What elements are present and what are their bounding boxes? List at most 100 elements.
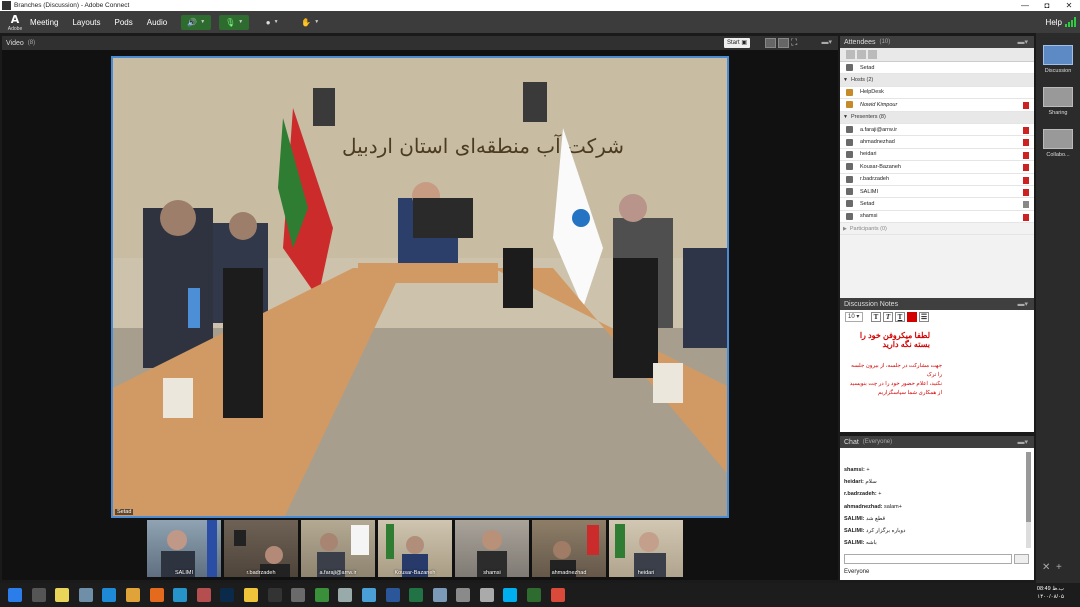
video-thumbnail[interactable]: r.badrzadeh [224, 520, 298, 577]
menu-meeting[interactable]: Meeting [30, 18, 58, 27]
app-icon[interactable] [527, 588, 542, 602]
app-icon[interactable] [361, 588, 376, 602]
fullscreen-button[interactable]: ⛶ [791, 38, 802, 48]
edge-icon[interactable] [102, 588, 117, 602]
chat-scope: (Everyone) [862, 439, 893, 445]
layout-sharing[interactable]: Sharing [1042, 87, 1074, 116]
attendee-row[interactable]: HelpDesk [840, 86, 1034, 100]
attendee-row[interactable]: Setad [840, 62, 1034, 75]
maximize-button[interactable]: ◘ [1036, 0, 1058, 11]
chrome-icon[interactable] [125, 588, 140, 602]
presenter-icon [846, 163, 853, 171]
start-webcam-button[interactable]: Start ▣ [723, 38, 750, 48]
mic-off-icon [1023, 151, 1029, 159]
photoshop-icon[interactable] [220, 588, 235, 602]
add-layout-icon[interactable]: + [1056, 562, 1062, 573]
chat-message: SALIMI: باشه [844, 540, 877, 547]
breakout-icon[interactable] [857, 50, 866, 59]
underline-button[interactable]: T [895, 312, 905, 322]
microphone-button[interactable]: 🎙 ▼ [219, 14, 250, 30]
status-icon[interactable] [868, 50, 877, 59]
font-size-select[interactable]: 10 ▾ [845, 312, 863, 322]
attendee-row[interactable]: shamsi [840, 210, 1034, 224]
chat-message: SALIMI: قطع شد [844, 515, 886, 522]
attendee-row[interactable]: Setad [840, 198, 1034, 211]
attendee-row[interactable]: ahmadnezhad [840, 136, 1034, 149]
pod-options-icon[interactable]: ▬▾ [1017, 438, 1028, 446]
start-icon[interactable] [8, 588, 22, 602]
adobe-connect-taskbar-icon[interactable] [550, 588, 565, 602]
edge-new-icon[interactable] [173, 588, 188, 602]
pod-options-icon[interactable]: ▬▾ [1017, 300, 1028, 308]
presenters-group[interactable]: ▼ Presenters (8) [840, 111, 1034, 124]
hosts-group[interactable]: ▼ Hosts (2) [840, 74, 1034, 87]
app-icon[interactable] [291, 588, 306, 602]
attendees-toolbar [840, 48, 1034, 62]
app-icon[interactable] [78, 588, 93, 602]
grid-layout-button[interactable] [765, 38, 776, 48]
attendee-row[interactable]: Kousar-Bazaneh [840, 161, 1034, 174]
main-video-feed[interactable]: شرکت آب منطقه‌ای استان اردبیل Setad [111, 56, 729, 518]
webcam-button[interactable]: ● ▼ [257, 15, 287, 30]
app-icon[interactable] [432, 588, 447, 602]
app-icon[interactable] [456, 588, 471, 602]
italic-button[interactable]: T [883, 312, 893, 322]
menu-layouts[interactable]: Layouts [72, 18, 100, 27]
raise-hand-button[interactable]: ✋ ▼ [295, 15, 325, 30]
chat-audience-select[interactable]: Everyone [844, 569, 869, 575]
system-tray-clock[interactable]: 08:49 ب.ظ ۱۴۰۰/۰۸/۰۵ [1037, 585, 1064, 601]
connection-signal-icon [1065, 17, 1076, 27]
app-icon[interactable] [196, 588, 211, 602]
close-button[interactable]: ✕ [1058, 0, 1080, 11]
word-icon[interactable] [385, 588, 400, 602]
list-view-icon[interactable] [846, 50, 855, 59]
discussion-notes-pod: Discussion Notes ▬▾ 10 ▾ T T T ☰ لطفا می… [840, 298, 1034, 432]
excel-icon[interactable] [409, 588, 424, 602]
host-icon [846, 101, 853, 109]
rail-controls: ✕ + [1042, 562, 1062, 573]
video-thumbnail[interactable]: a.faraji@arrw.ir [301, 520, 375, 577]
minimize-button[interactable]: — [1014, 0, 1036, 11]
chat-input[interactable] [844, 554, 1012, 564]
app-icon[interactable] [55, 588, 70, 602]
menu-audio[interactable]: Audio [147, 18, 167, 27]
attendee-row[interactable]: SALIMI [840, 185, 1034, 199]
mic-off-icon [1023, 139, 1029, 147]
video-thumbnail[interactable]: Kousar-Bazaneh [378, 520, 452, 577]
attendee-row[interactable]: a.faraji@arrw.ir [840, 123, 1034, 137]
participants-group[interactable]: ▶ Participants (0) [840, 223, 1034, 236]
video-thumbnail[interactable]: heidari [609, 520, 683, 577]
firefox-icon[interactable] [149, 588, 164, 602]
attendee-row[interactable]: heidari [840, 148, 1034, 162]
menu-pods[interactable]: Pods [115, 18, 133, 27]
text-color-button[interactable] [907, 312, 917, 322]
video-thumbnail[interactable]: ahmadnezhad [532, 520, 606, 577]
send-message-button[interactable] [1014, 554, 1029, 564]
app-icon[interactable] [479, 588, 494, 602]
pod-options-icon[interactable]: ▬▾ [1017, 38, 1028, 46]
speaker-button[interactable]: 🔊 ▼ [181, 14, 212, 30]
task-view-icon[interactable] [31, 588, 46, 602]
video-thumbnail[interactable]: shamsi [455, 520, 529, 577]
layout-collaboration[interactable]: Collabo... [1042, 129, 1074, 158]
menu-help[interactable]: Help [1046, 18, 1062, 27]
app-icon[interactable] [338, 588, 353, 602]
attendee-row[interactable]: Nowid Kimpour [840, 99, 1034, 112]
windows-taskbar: 08:49 ب.ظ ۱۴۰۰/۰۸/۰۵ [0, 583, 1080, 607]
file-explorer-icon[interactable] [243, 588, 258, 602]
pod-options-icon[interactable]: ▬▾ [821, 38, 832, 46]
bold-button[interactable]: T [871, 312, 881, 322]
layout-thumbnail [1043, 129, 1073, 149]
layout-discussion[interactable]: Discussion [1042, 45, 1074, 74]
chat-scrollbar[interactable] [1026, 452, 1031, 548]
app-icon[interactable] [314, 588, 329, 602]
presenter-icon [846, 200, 853, 208]
cmd-icon[interactable] [267, 588, 282, 602]
attendee-row[interactable]: r.badrzadeh [840, 173, 1034, 186]
presenter-icon [846, 138, 853, 146]
video-thumbnail[interactable]: SALIMI [147, 520, 221, 577]
bullet-list-button[interactable]: ☰ [919, 312, 929, 322]
skype-icon[interactable] [503, 588, 518, 602]
close-icon[interactable]: ✕ [1042, 562, 1050, 573]
filmstrip-layout-button[interactable] [778, 38, 789, 48]
